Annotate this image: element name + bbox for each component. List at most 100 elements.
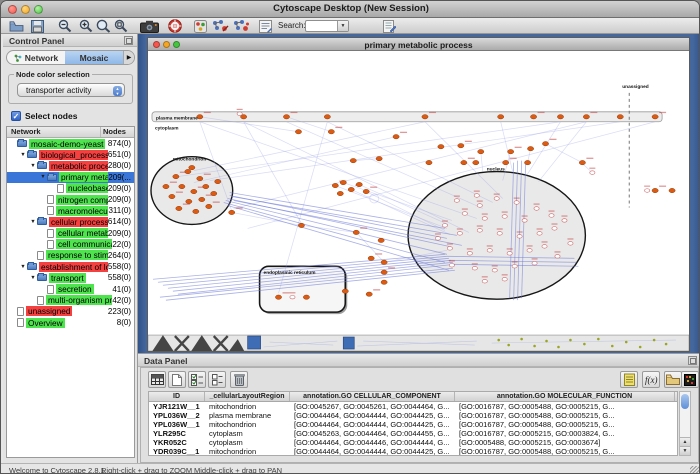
zoom-selected-icon[interactable] [112,19,129,33]
column-header[interactable]: annotation.GO MOLECULAR_FUNCTION [455,392,675,401]
tree-item-cellular-metabo[interactable]: cellular metabo209(0) [7,228,134,239]
scrollbar-thumb[interactable] [681,394,689,409]
create-view-icon[interactable] [231,19,251,33]
table-row[interactable]: YKR052Ccytoplasm[GO:0044464, GO:0044446,… [149,438,677,447]
tree-item-cell-communicat[interactable]: cell communicat22(0) [7,239,134,250]
tree-item-macromolecule[interactable]: macromolecule311(0) [7,205,134,216]
network-canvas[interactable]: plasma membranecytoplasmmitochondrionnuc… [148,51,689,351]
tree-item-node-count: 209(... [108,173,134,182]
network-node [363,189,369,193]
formula-builder-icon[interactable]: f(x) [642,371,660,388]
table-row[interactable]: YDR039C__1mitochondrion[GO:0044464, GO:0… [149,447,677,456]
node-label-mark [512,261,518,262]
tree-item-establishment-of-lo[interactable]: ▼establishment of lo558(0) [7,261,134,272]
tree-item-multi-organism-pro[interactable]: multi-organism pro42(0) [7,295,134,306]
tree-item-primary-metabol[interactable]: ▼primary metabol209(... [7,172,134,183]
import-attributes-icon[interactable] [620,371,638,388]
tree-col-nodes[interactable]: Nodes [100,127,134,137]
tree-item-secretion[interactable]: secretion41(0) [7,283,134,294]
column-header[interactable]: ID [149,392,205,401]
open-session-icon[interactable] [8,19,25,33]
scroll-up-icon[interactable]: ▲ [680,437,690,446]
table-cell: YPL036W__1 [149,420,205,429]
zoom-fit-icon[interactable] [95,19,112,33]
float-data-panel-icon[interactable] [688,356,697,365]
region-label: nucleus [487,167,505,173]
tree-item-mosaic-demo-yeast[interactable]: mosaic-demo-yeast874(0) [7,138,134,149]
table-row[interactable]: YLR295Ccytoplasm[GO:0045263, GO:0044464,… [149,429,677,438]
node-label-mark [497,228,503,229]
zoom-out-icon[interactable] [56,19,73,33]
tab-mosaic[interactable]: Mosaic [65,51,123,64]
network-node [381,270,387,274]
tree-item-nitrogen-compo[interactable]: nitrogen compo209(0) [7,194,134,205]
annotation-form-icon[interactable] [257,19,274,33]
tree-expand-arrow-icon[interactable]: ▼ [29,163,37,169]
snapshot-camera-icon[interactable] [139,19,159,33]
tab-overflow-arrow-icon[interactable]: ▶ [123,51,134,64]
search-dropdown-arrow-icon[interactable]: ▼ [337,21,348,31]
table-cell: [GO:0016787, GO:0005488, GO:0005215, G..… [455,402,675,411]
table-row[interactable]: YPL036W__2plasma membrane[GO:0044464, GO… [149,411,677,420]
column-header[interactable]: annotation.GO CELLULAR_COMPONENT [290,392,455,401]
delete-attribute-trash-icon[interactable] [230,371,248,388]
tree-expand-arrow-icon[interactable]: ▼ [19,152,27,158]
network-node [381,280,387,284]
tree-expand-arrow-icon[interactable]: ▼ [39,174,47,180]
table-scrollbar[interactable]: ▲ ▼ [679,391,691,456]
background-window-node [533,345,536,348]
tree-item-transport[interactable]: ▼transport558(0) [7,272,134,283]
network-node [376,156,382,160]
attribute-grid-icon[interactable] [148,371,166,388]
scroll-down-icon[interactable]: ▼ [680,446,690,455]
tree-item-overview[interactable]: Overview8(0) [7,317,134,328]
tree-expand-arrow-icon[interactable]: ▼ [19,264,27,270]
network-tree-header: Network Nodes [7,127,134,138]
folder-icon [27,263,37,270]
save-session-icon[interactable] [29,19,46,33]
unselect-attributes-icon[interactable] [208,371,226,388]
tree-item-unassigned[interactable]: unassigned223(0) [7,306,134,317]
node-label-mark [213,201,220,202]
node-label-mark [176,192,183,193]
search-input[interactable] [307,21,337,31]
node-label-mark [487,245,493,246]
tab-network[interactable]: Network [7,51,65,64]
float-panel-icon[interactable] [124,36,133,45]
network-node [426,160,432,164]
configure-search-icon[interactable] [381,19,398,33]
select-nodes-checkbox[interactable]: ✓ [11,111,21,121]
table-row[interactable]: YJR121W__1mitochondrion[GO:0045267, GO:0… [149,402,677,411]
tree-item-metabolic-process[interactable]: ▼metabolic process280(0) [7,160,134,171]
vizmapper-icon[interactable] [192,19,209,33]
select-attributes-icon[interactable] [188,371,206,388]
zoom-in-icon[interactable] [77,19,94,33]
tree-item-biological-process[interactable]: ▼biological_process651(0) [7,149,134,160]
tree-item-label: nitrogen compo [56,195,108,205]
table-row[interactable]: YPL036W__1mitochondrion[GO:0044464, GO:0… [149,420,677,429]
tree-item-node-count: 209(0) [108,229,134,238]
node-color-dropdown[interactable]: transporter activity ▲▼ [17,83,125,97]
column-header[interactable]: _cellularLayoutRegion [205,392,290,401]
network-node [163,184,169,188]
tree-item-label: metabolic process [49,161,108,171]
tree-item-cellular-process[interactable]: ▼cellular process614(0) [7,216,134,227]
help-lifering-icon[interactable] [166,19,183,33]
tree-item-response-to-stimulu[interactable]: response to stimulu264(0) [7,250,134,261]
matrix-view-icon[interactable] [681,371,699,388]
control-panel-header: Control Panel [3,34,137,47]
new-attribute-icon[interactable] [168,371,186,388]
tree-col-network[interactable]: Network [7,127,100,137]
resize-grip[interactable] [690,466,699,474]
tree-expand-arrow-icon[interactable]: ▼ [29,219,37,225]
tree-item-nucleobase-[interactable]: nucleobase-209(0) [7,183,134,194]
background-window-node [497,339,500,342]
network-node [590,171,595,175]
network-node [579,160,585,164]
open-attributes-icon[interactable] [664,371,682,388]
destroy-network-icon[interactable] [210,19,230,33]
tree-expand-arrow-icon[interactable]: ▼ [29,275,37,281]
network-node [652,188,658,192]
network-node [447,247,452,251]
network-node [492,268,497,272]
